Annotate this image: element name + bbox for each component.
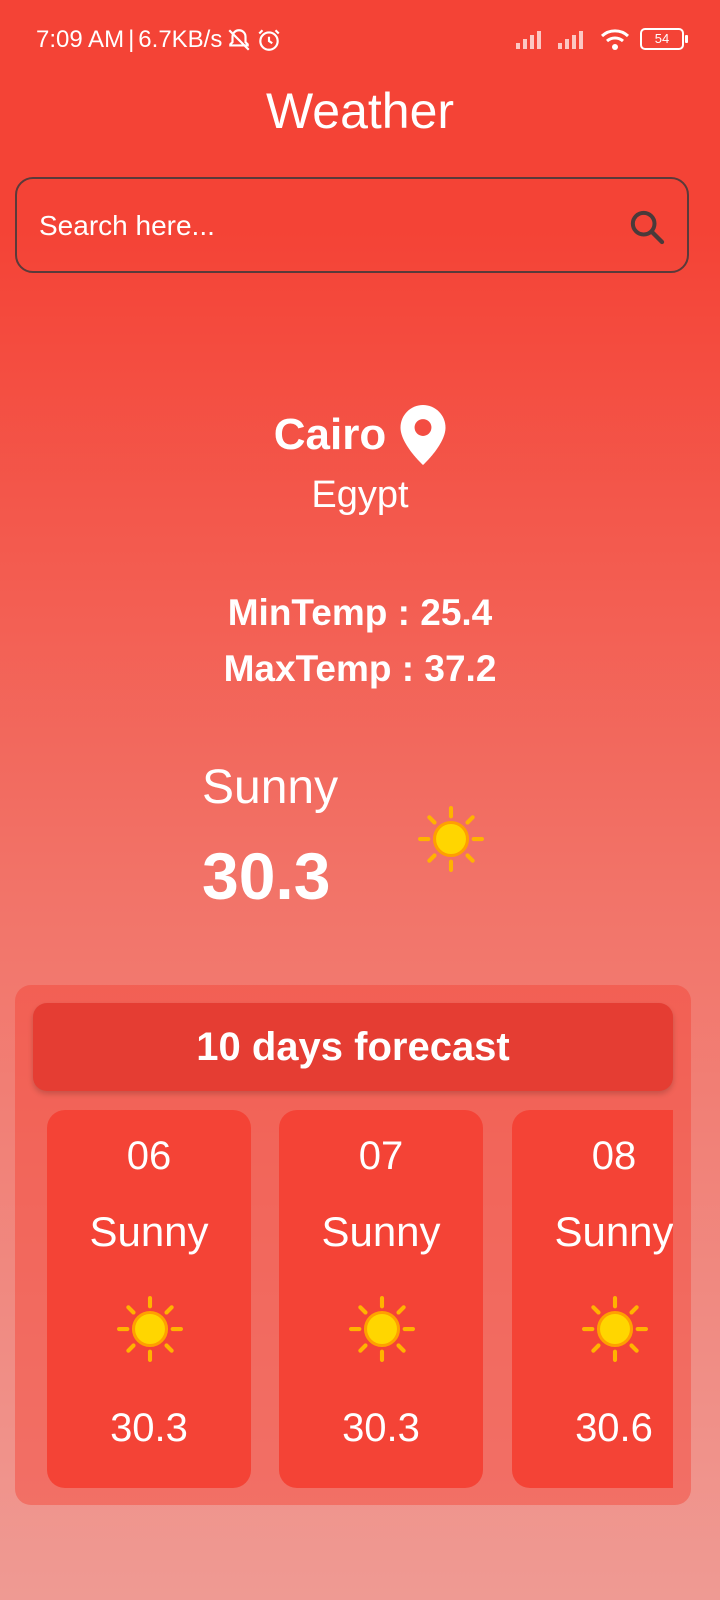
forecast-condition: Sunny — [554, 1208, 673, 1255]
current-temp: 30.3 — [202, 839, 331, 913]
forecast-day: 08 — [591, 1134, 637, 1178]
forecast-condition: Sunny — [321, 1208, 441, 1255]
status-bar: 7:09 AM | 6.7KB/s 54 — [0, 0, 720, 80]
forecast-card[interactable]: 06 Sunny 30.3 — [47, 1110, 251, 1488]
search-input[interactable] — [37, 179, 601, 273]
min-temp: MinTemp : 25.4 — [227, 592, 493, 633]
search-bar — [15, 177, 689, 273]
forecast-temp: 30.3 — [110, 1406, 188, 1450]
status-network-speed: 6.7KB/s — [138, 26, 223, 53]
status-time: 7:09 AM — [36, 26, 125, 53]
sun-icon — [349, 1296, 415, 1362]
location-row: Cairo — [0, 405, 720, 465]
status-left: 7:09 AM | 6.7KB/s — [36, 26, 282, 54]
status-right: 54 — [516, 28, 688, 50]
notifications-off-icon — [228, 29, 250, 51]
current-condition: Sunny — [202, 761, 339, 814]
city-name: Cairo — [273, 410, 387, 459]
sun-icon — [418, 806, 484, 872]
forecast-card[interactable]: 08 Sunny 30.6 — [512, 1110, 673, 1488]
wifi-icon — [600, 29, 630, 50]
forecast-day: 06 — [126, 1134, 172, 1178]
forecast-temp: 30.3 — [342, 1406, 420, 1450]
forecast-card[interactable]: 07 Sunny 30.3 — [279, 1110, 483, 1488]
forecast-temp: 30.6 — [575, 1406, 653, 1450]
alarm-icon — [258, 29, 280, 51]
forecast-list[interactable]: 06 Sunny 30.3 07 Sunny 30.3 08 Sunny 30.… — [47, 1110, 673, 1488]
min-max-temps: MinTemp : 25.4 MaxTemp : 37.2 — [0, 585, 720, 697]
location-pin-icon — [400, 405, 446, 465]
app-title: Weather — [265, 83, 455, 139]
forecast-condition: Sunny — [89, 1208, 209, 1255]
forecast-day: 07 — [358, 1134, 404, 1178]
status-separator: | — [128, 26, 135, 53]
signal-icon — [516, 31, 541, 49]
search-icon[interactable] — [627, 207, 667, 247]
sun-icon — [117, 1296, 183, 1362]
max-temp: MaxTemp : 37.2 — [223, 648, 497, 689]
forecast-title: 10 days forecast — [33, 1003, 673, 1091]
signal-icon-2 — [558, 31, 583, 49]
sun-icon — [582, 1296, 648, 1362]
battery-indicator: 54 — [640, 28, 688, 50]
country-name: Egypt — [311, 474, 409, 516]
forecast-panel: 10 days forecast 06 Sunny 30.3 07 Sunny — [15, 985, 691, 1505]
